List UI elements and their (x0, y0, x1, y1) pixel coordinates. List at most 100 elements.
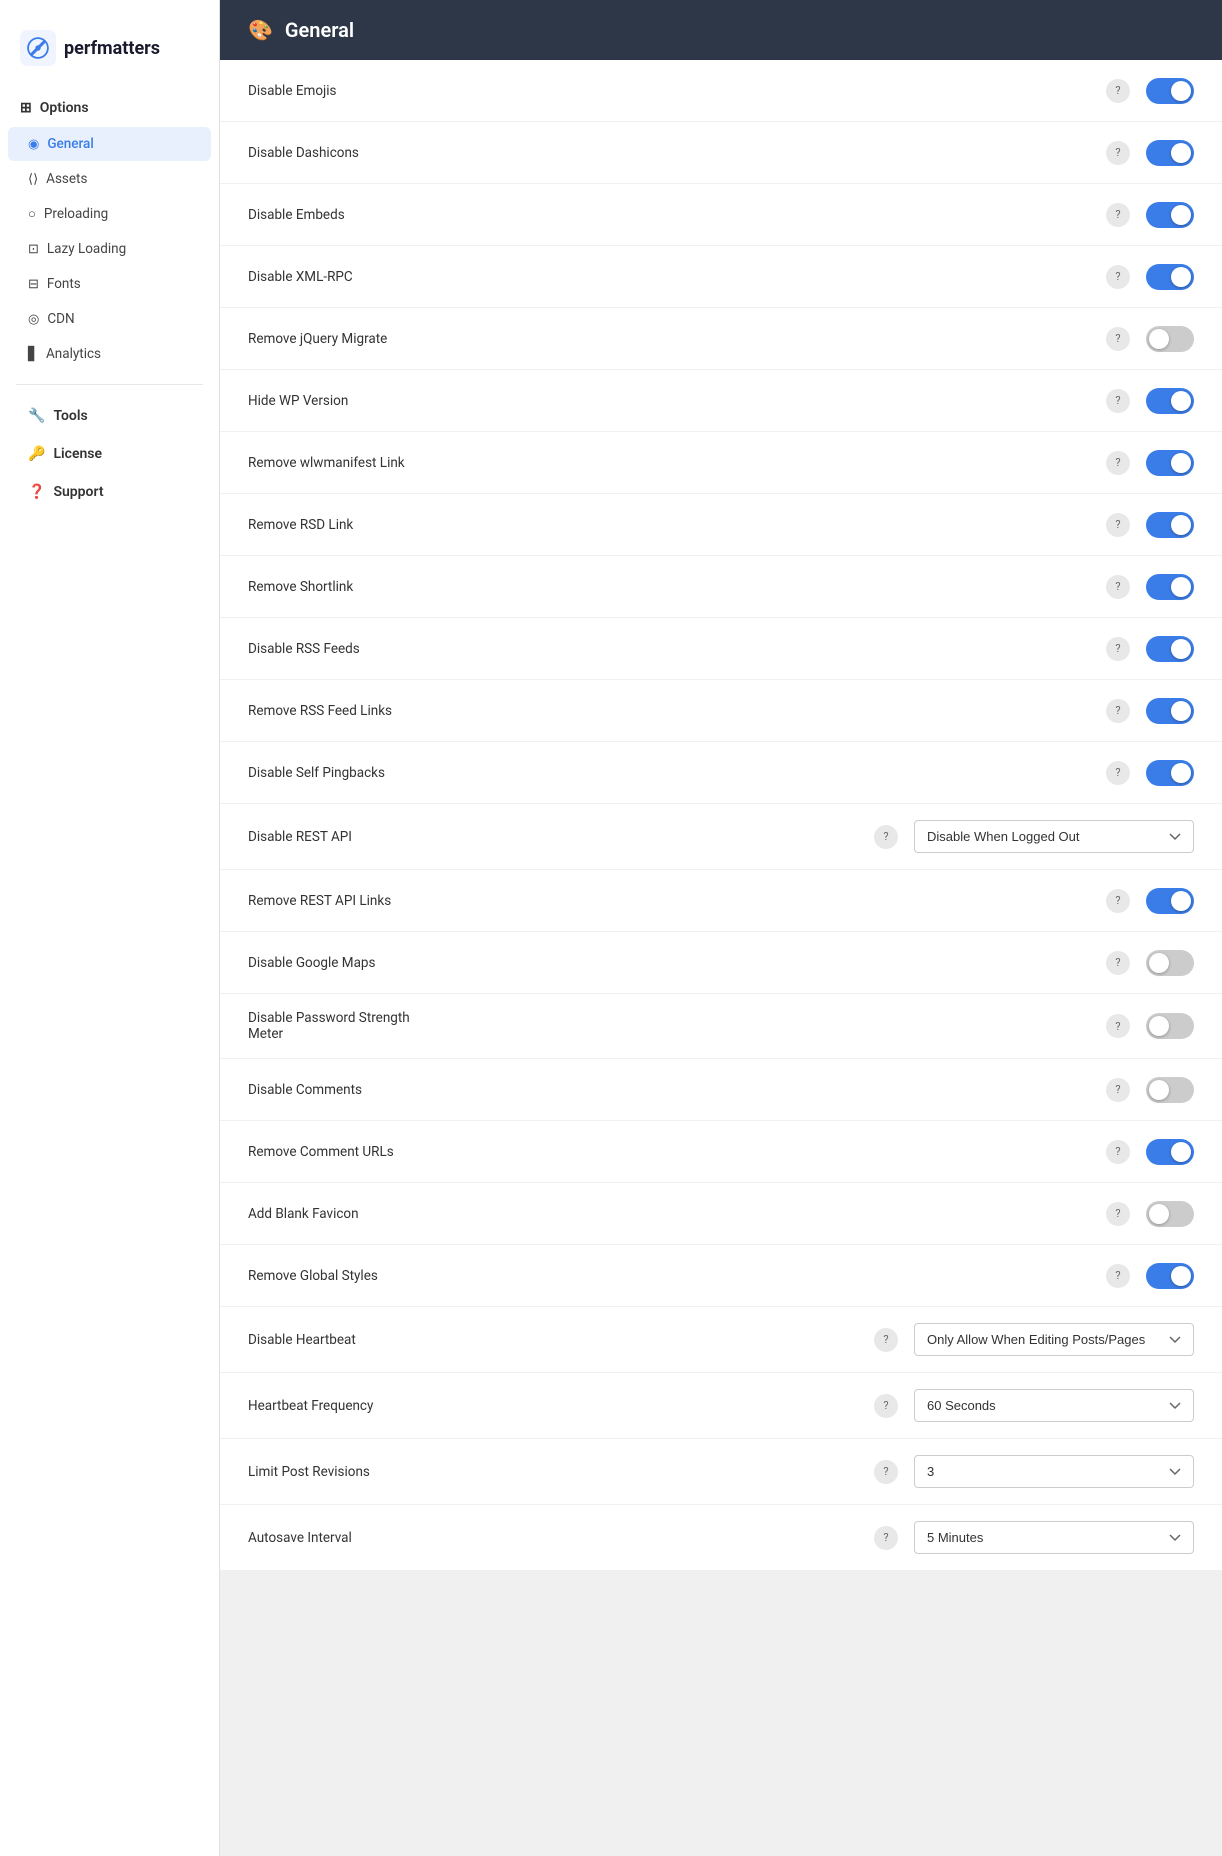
disable-self-pingbacks-toggle-track[interactable] (1146, 760, 1194, 786)
page-title: General (285, 18, 354, 42)
settings-row-disable-xmlrpc: Disable XML-RPC? (220, 246, 1222, 308)
remove-rest-api-links-toggle-track[interactable] (1146, 888, 1194, 914)
disable-password-strength-meter-help-icon[interactable]: ? (1106, 1014, 1130, 1038)
disable-rss-feeds-toggle[interactable] (1146, 636, 1194, 662)
remove-shortlink-toggle[interactable] (1146, 574, 1194, 600)
sidebar-item-cdn[interactable]: ◎CDN (8, 302, 211, 336)
disable-password-strength-meter-toggle[interactable] (1146, 1013, 1194, 1039)
remove-jquery-migrate-toggle[interactable] (1146, 326, 1194, 352)
disable-heartbeat-select[interactable]: DisableOnly Allow When Editing Posts/Pag… (914, 1323, 1194, 1356)
remove-rest-api-links-help-icon[interactable]: ? (1106, 889, 1130, 913)
settings-row-remove-rsd-link: Remove RSD Link? (220, 494, 1222, 556)
hide-wp-version-toggle[interactable] (1146, 388, 1194, 414)
disable-emojis-help-icon[interactable]: ? (1106, 79, 1130, 103)
disable-rss-feeds-label: Disable RSS Feeds (248, 641, 1106, 657)
hide-wp-version-toggle-track[interactable] (1146, 388, 1194, 414)
sidebar-item-license[interactable]: 🔑 License (8, 436, 211, 472)
general-icon: ◉ (28, 137, 39, 152)
disable-comments-toggle-track[interactable] (1146, 1077, 1194, 1103)
remove-global-styles-help-icon[interactable]: ? (1106, 1264, 1130, 1288)
disable-dashicons-help-icon[interactable]: ? (1106, 141, 1130, 165)
disable-google-maps-toggle[interactable] (1146, 950, 1194, 976)
remove-jquery-migrate-label: Remove jQuery Migrate (248, 331, 1106, 347)
sidebar-item-fonts[interactable]: ⊟Fonts (8, 267, 211, 301)
limit-post-revisions-help-icon[interactable]: ? (874, 1460, 898, 1484)
hide-wp-version-toggle-thumb (1171, 391, 1191, 411)
remove-wlwmanifest-link-toggle-track[interactable] (1146, 450, 1194, 476)
heartbeat-frequency-select[interactable]: 15 Seconds30 Seconds60 Seconds120 Second… (914, 1389, 1194, 1422)
sidebar-item-analytics[interactable]: ▋Analytics (8, 337, 211, 371)
disable-comments-toggle[interactable] (1146, 1077, 1194, 1103)
remove-shortlink-help-icon[interactable]: ? (1106, 575, 1130, 599)
disable-self-pingbacks-toggle-thumb (1171, 763, 1191, 783)
remove-global-styles-toggle-track[interactable] (1146, 1263, 1194, 1289)
disable-rest-api-help-icon[interactable]: ? (874, 825, 898, 849)
limit-post-revisions-select[interactable]: 123510Disable (914, 1455, 1194, 1488)
remove-rss-feed-links-help-icon[interactable]: ? (1106, 699, 1130, 723)
remove-rest-api-links-label: Remove REST API Links (248, 893, 1106, 909)
remove-wlwmanifest-link-toggle[interactable] (1146, 450, 1194, 476)
disable-google-maps-toggle-track[interactable] (1146, 950, 1194, 976)
disable-embeds-toggle[interactable] (1146, 202, 1194, 228)
disable-dashicons-toggle[interactable] (1146, 140, 1194, 166)
disable-rss-feeds-toggle-track[interactable] (1146, 636, 1194, 662)
sidebar-item-assets[interactable]: ⟨⟩Assets (8, 162, 211, 196)
hide-wp-version-help-icon[interactable]: ? (1106, 389, 1130, 413)
disable-emojis-toggle-track[interactable] (1146, 78, 1194, 104)
add-blank-favicon-toggle-track[interactable] (1146, 1201, 1194, 1227)
remove-rsd-link-help-icon[interactable]: ? (1106, 513, 1130, 537)
remove-comment-urls-toggle[interactable] (1146, 1139, 1194, 1165)
disable-dashicons-toggle-track[interactable] (1146, 140, 1194, 166)
disable-xmlrpc-toggle[interactable] (1146, 264, 1194, 290)
remove-rest-api-links-toggle-thumb (1171, 891, 1191, 911)
sidebar-item-lazy-loading[interactable]: ⊡Lazy Loading (8, 232, 211, 266)
sidebar-item-preloading[interactable]: ○Preloading (8, 197, 211, 231)
remove-rss-feed-links-toggle[interactable] (1146, 698, 1194, 724)
remove-rest-api-links-toggle[interactable] (1146, 888, 1194, 914)
disable-comments-help-icon[interactable]: ? (1106, 1078, 1130, 1102)
brand-logo-icon (20, 30, 56, 66)
remove-shortlink-toggle-track[interactable] (1146, 574, 1194, 600)
preloading-icon: ○ (28, 206, 36, 222)
disable-emojis-label: Disable Emojis (248, 83, 1106, 99)
remove-comment-urls-toggle-track[interactable] (1146, 1139, 1194, 1165)
disable-dashicons-toggle-thumb (1171, 143, 1191, 163)
remove-global-styles-toggle[interactable] (1146, 1263, 1194, 1289)
remove-global-styles-toggle-thumb (1171, 1266, 1191, 1286)
disable-embeds-help-icon[interactable]: ? (1106, 203, 1130, 227)
disable-self-pingbacks-help-icon[interactable]: ? (1106, 761, 1130, 785)
disable-xmlrpc-help-icon[interactable]: ? (1106, 265, 1130, 289)
lazy-loading-label: Lazy Loading (47, 241, 126, 257)
disable-rss-feeds-help-icon[interactable]: ? (1106, 637, 1130, 661)
disable-comments-label: Disable Comments (248, 1082, 1106, 1098)
remove-rsd-link-toggle-track[interactable] (1146, 512, 1194, 538)
disable-rss-feeds-toggle-thumb (1171, 639, 1191, 659)
add-blank-favicon-toggle[interactable] (1146, 1201, 1194, 1227)
disable-heartbeat-help-icon[interactable]: ? (874, 1328, 898, 1352)
sidebar-item-support[interactable]: ❓ Support (8, 474, 211, 510)
disable-self-pingbacks-toggle[interactable] (1146, 760, 1194, 786)
license-icon: 🔑 (28, 446, 45, 462)
sidebar-item-tools[interactable]: 🔧 Tools (8, 398, 211, 434)
remove-rsd-link-toggle[interactable] (1146, 512, 1194, 538)
disable-rest-api-select[interactable]: DisableDisable When Logged OutEnable (914, 820, 1194, 853)
disable-xmlrpc-toggle-track[interactable] (1146, 264, 1194, 290)
fonts-icon: ⊟ (28, 277, 39, 292)
remove-jquery-migrate-help-icon[interactable]: ? (1106, 327, 1130, 351)
heartbeat-frequency-help-icon[interactable]: ? (874, 1394, 898, 1418)
settings-row-remove-wlwmanifest-link: Remove wlwmanifest Link? (220, 432, 1222, 494)
disable-embeds-toggle-track[interactable] (1146, 202, 1194, 228)
remove-jquery-migrate-toggle-track[interactable] (1146, 326, 1194, 352)
autosave-interval-help-icon[interactable]: ? (874, 1526, 898, 1550)
tools-icon: 🔧 (28, 408, 45, 424)
add-blank-favicon-help-icon[interactable]: ? (1106, 1202, 1130, 1226)
disable-password-strength-meter-toggle-track[interactable] (1146, 1013, 1194, 1039)
sidebar-item-general[interactable]: ◉General (8, 127, 211, 161)
settings-row-remove-global-styles: Remove Global Styles? (220, 1245, 1222, 1307)
disable-google-maps-help-icon[interactable]: ? (1106, 951, 1130, 975)
remove-wlwmanifest-link-help-icon[interactable]: ? (1106, 451, 1130, 475)
remove-rss-feed-links-toggle-track[interactable] (1146, 698, 1194, 724)
disable-emojis-toggle[interactable] (1146, 78, 1194, 104)
autosave-interval-select[interactable]: 1 Minute2 Minutes5 Minutes10 Minutes (914, 1521, 1194, 1554)
remove-comment-urls-help-icon[interactable]: ? (1106, 1140, 1130, 1164)
